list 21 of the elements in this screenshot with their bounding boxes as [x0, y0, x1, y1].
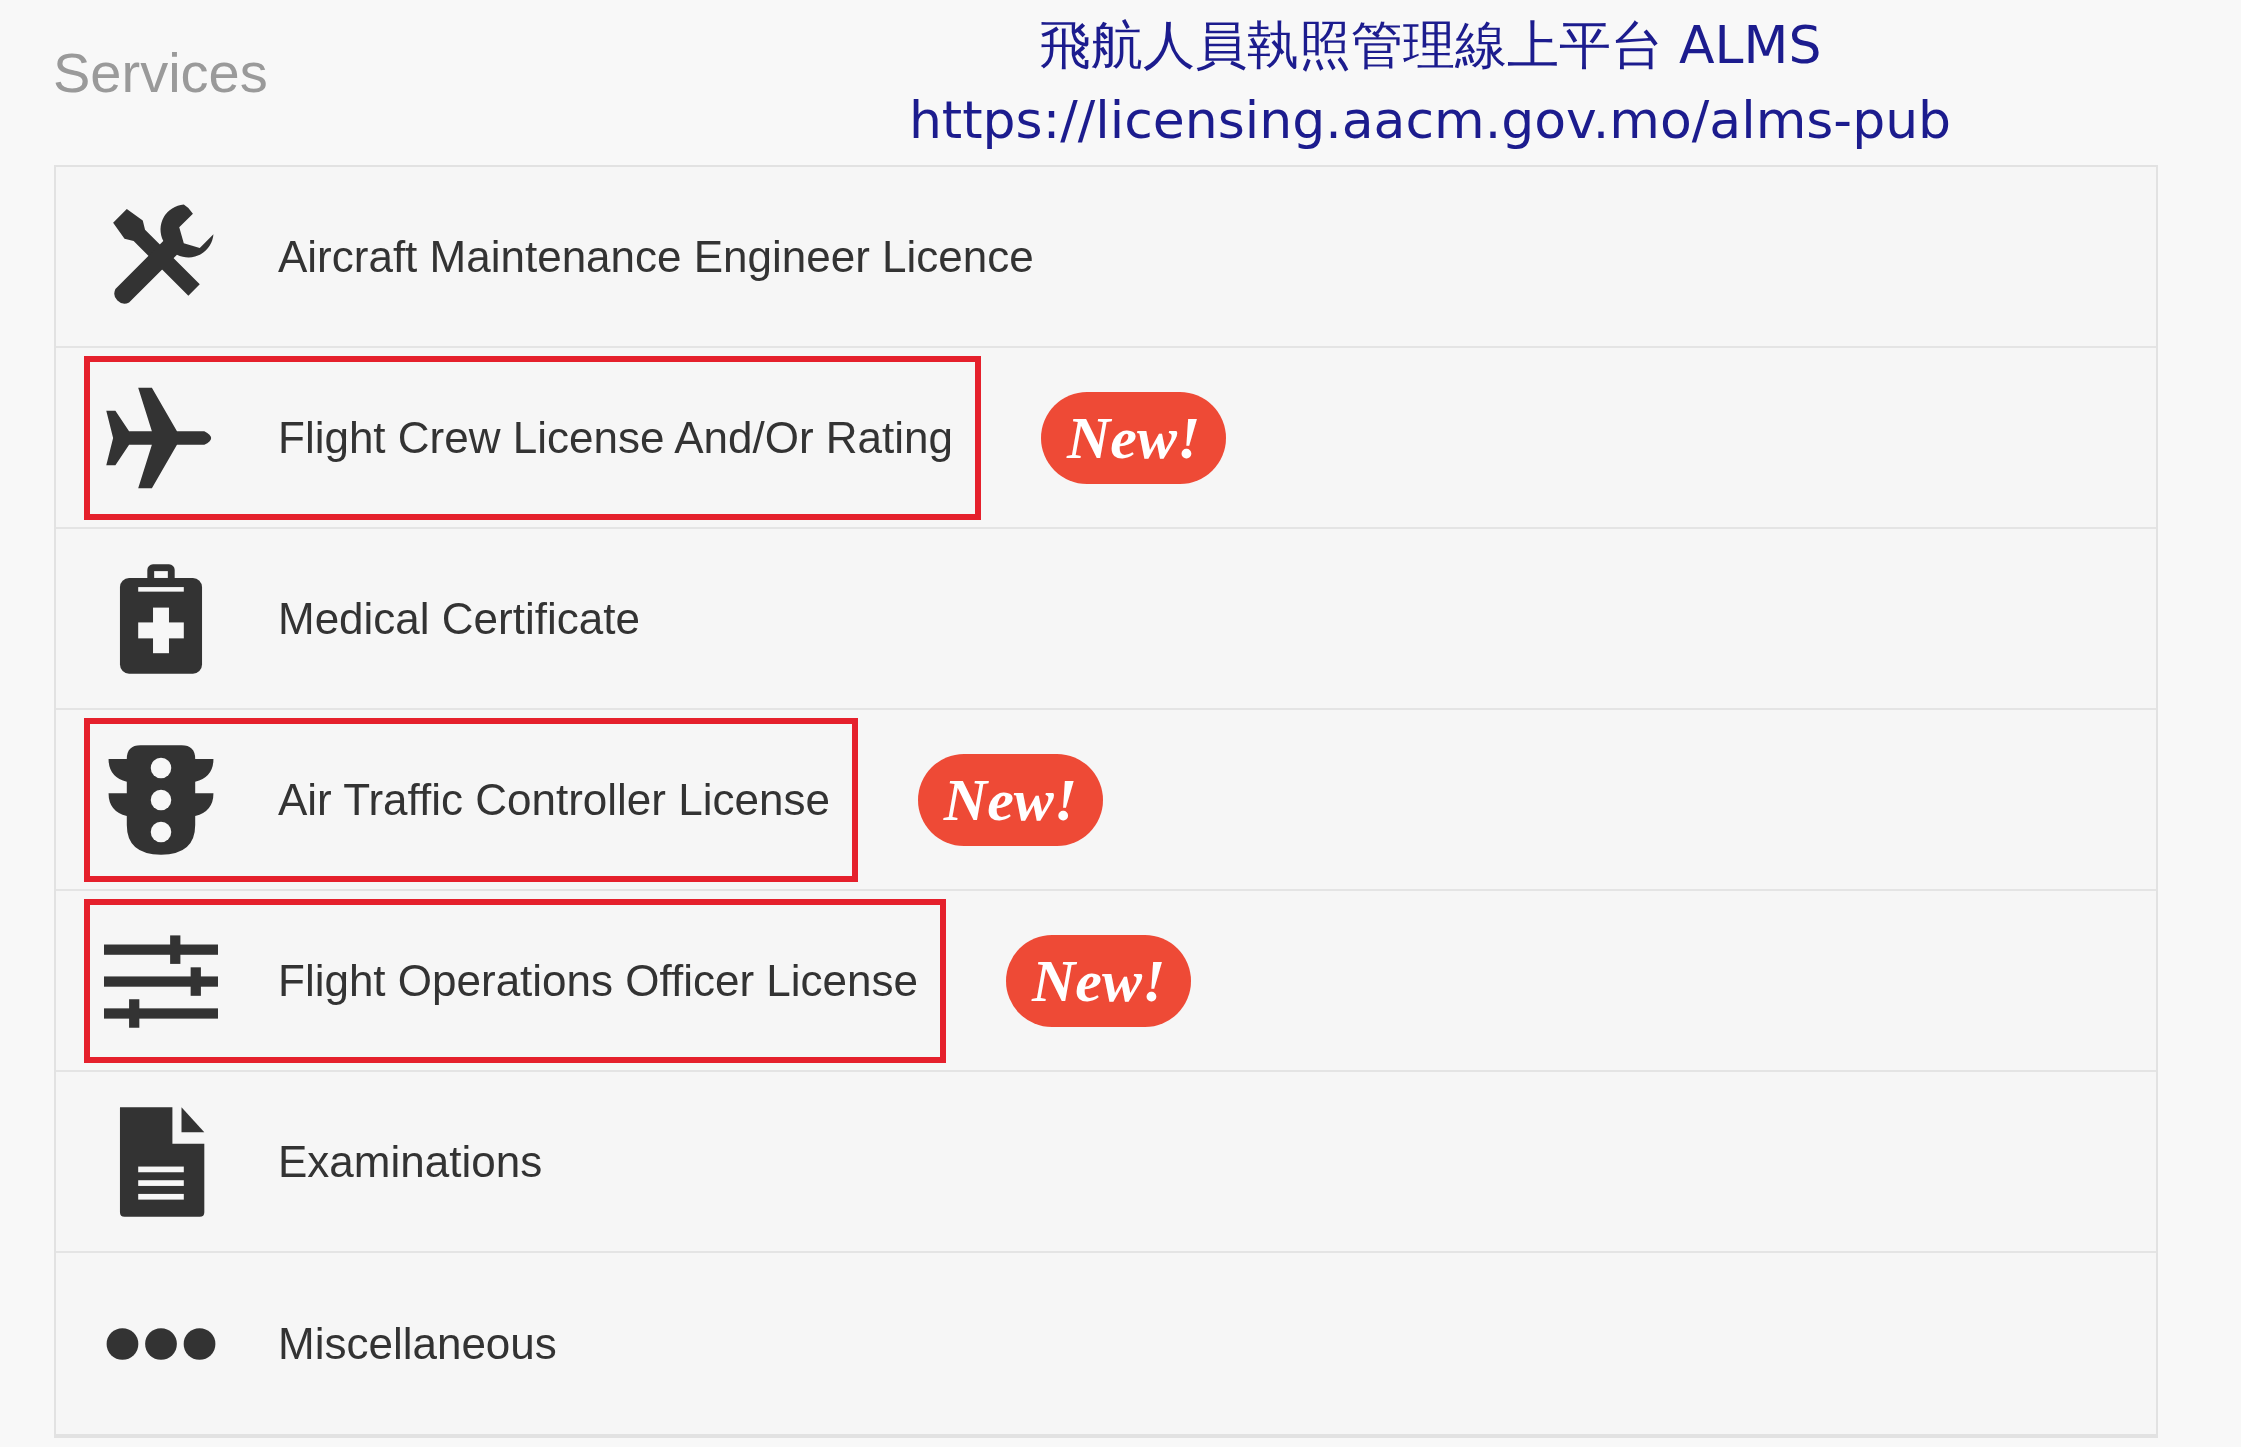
section-title: Services: [53, 40, 269, 106]
dots-icon: [104, 1326, 218, 1361]
service-row[interactable]: Air Traffic Controller License New!: [56, 710, 2156, 891]
service-row[interactable]: Flight Crew License And/Or Rating New!: [56, 348, 2156, 529]
new-badge: New!: [1005, 934, 1192, 1027]
service-row[interactable]: Examinations: [56, 1072, 2156, 1253]
banner-url: https://licensing.aacm.gov.mo/alms-pub: [908, 89, 1952, 152]
service-label: Miscellaneous: [278, 1318, 557, 1369]
service-row[interactable]: Miscellaneous: [56, 1253, 2156, 1434]
new-badge: New!: [1041, 391, 1227, 484]
service-label: Air Traffic Controller License: [278, 774, 830, 825]
service-row[interactable]: Aircraft Maintenance Engineer Licence: [56, 167, 2156, 348]
service-label: Flight Operations Officer License: [278, 955, 918, 1006]
service-label: Flight Crew License And/Or Rating: [278, 412, 953, 463]
banner-title: 飛航人員執照管理線上平台 ALMS: [1038, 14, 1822, 77]
service-label: Aircraft Maintenance Engineer Licence: [278, 231, 1034, 282]
new-badge: New!: [917, 753, 1104, 846]
service-row[interactable]: Medical Certificate: [56, 529, 2156, 710]
service-label: Medical Certificate: [278, 593, 640, 644]
service-label: Examinations: [278, 1136, 543, 1187]
service-row[interactable]: Flight Operations Officer License New!: [56, 891, 2156, 1072]
